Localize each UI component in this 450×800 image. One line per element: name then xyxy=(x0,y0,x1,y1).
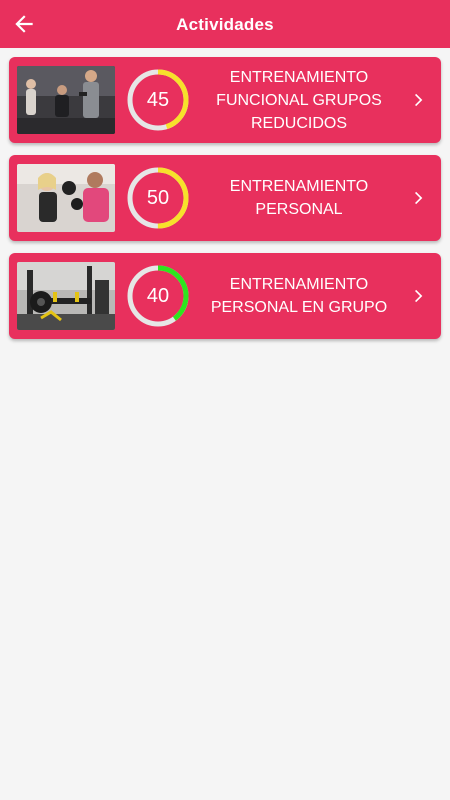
gauge-value: 50 xyxy=(146,187,170,209)
activity-card[interactable]: 40 ENTRENAMIENTO PERSONAL EN GRUPO xyxy=(9,253,441,339)
activity-list: 45 ENTRENAMIENTO FUNCIONAL GRUPOS REDUCI… xyxy=(9,57,441,351)
app-bar: Actividades xyxy=(0,0,450,48)
gauge-value: 45 xyxy=(146,89,170,111)
chevron-right-icon xyxy=(415,191,423,205)
activity-title: ENTRENAMIENTO FUNCIONAL GRUPOS REDUCIDOS xyxy=(216,68,382,132)
activity-card[interactable]: 50 ENTRENAMIENTO PERSONAL xyxy=(9,155,441,241)
chevron-right-icon xyxy=(415,289,423,303)
activity-title: ENTRENAMIENTO PERSONAL EN GRUPO xyxy=(210,276,388,316)
activity-title: ENTRENAMIENTO PERSONAL xyxy=(229,178,369,218)
activity-image xyxy=(17,262,115,330)
chevron-right-icon xyxy=(415,93,423,107)
activity-image xyxy=(17,66,115,134)
activity-card[interactable]: 45 ENTRENAMIENTO FUNCIONAL GRUPOS REDUCI… xyxy=(9,57,441,143)
activity-image xyxy=(17,164,115,232)
page-title: Actividades xyxy=(176,15,274,34)
gauge-value: 40 xyxy=(146,285,170,307)
